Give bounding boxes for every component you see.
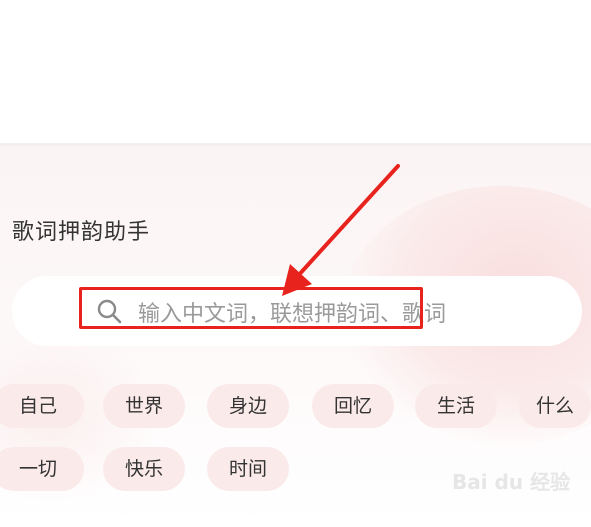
tag-ziji[interactable]: 自己 (0, 384, 84, 428)
tag-shijie[interactable]: 世界 (103, 384, 185, 428)
tag-huiyi[interactable]: 回忆 (312, 384, 394, 428)
tag-shenme[interactable]: 什么 (519, 384, 591, 428)
tag-shijian[interactable]: 时间 (207, 447, 289, 491)
top-blank-area (0, 0, 591, 145)
tag-yiqie[interactable]: 一切 (0, 447, 84, 491)
tag-shenbian[interactable]: 身边 (207, 384, 289, 428)
panel-title: 歌词押韵助手 (12, 220, 151, 245)
arrow-icon (282, 164, 400, 296)
watermark-text: Bai du 经验 (452, 470, 571, 494)
watermark: Bai du 经验 (452, 466, 570, 495)
tag-shenghuo[interactable]: 生活 (415, 384, 497, 428)
tag-kuaile[interactable]: 快乐 (103, 447, 185, 491)
